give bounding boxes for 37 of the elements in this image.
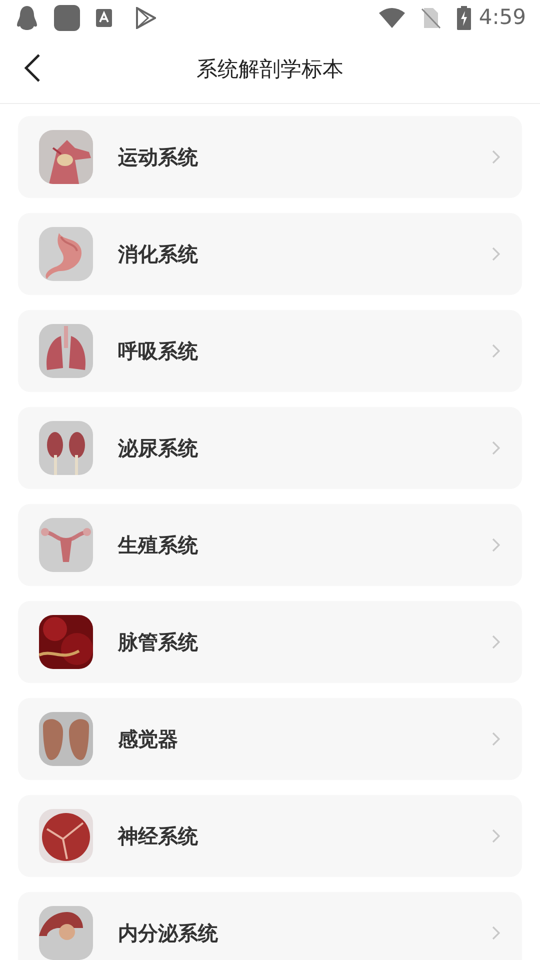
chevron-right-icon: [492, 926, 500, 940]
list-item[interactable]: 运动系统: [18, 116, 522, 198]
chevron-right-icon: [492, 441, 500, 455]
chevron-right-icon: [492, 538, 500, 552]
battery-icon: [456, 6, 471, 30]
chevron-right-icon: [492, 247, 500, 261]
item-label: 生殖系统: [118, 532, 198, 559]
item-label: 消化系统: [118, 241, 198, 268]
list-item[interactable]: 消化系统: [18, 213, 522, 295]
no-sim-icon: [420, 7, 441, 29]
item-label: 内分泌系统: [118, 920, 218, 947]
list-item[interactable]: 呼吸系统: [18, 310, 522, 392]
wifi-icon: [378, 8, 405, 28]
item-label: 脉管系统: [118, 629, 198, 656]
item-label: 感觉器: [118, 726, 178, 753]
list-item[interactable]: 脉管系统: [18, 601, 522, 683]
page-title: 系统解剖学标本: [196, 56, 344, 83]
app-icon: [54, 5, 80, 31]
back-icon: [22, 53, 42, 83]
item-label: 运动系统: [118, 144, 198, 171]
chevron-right-icon: [492, 150, 500, 164]
list-item[interactable]: 泌尿系统: [18, 407, 522, 489]
list-item[interactable]: 感觉器: [18, 698, 522, 780]
font-icon: [96, 9, 112, 27]
penguin-icon: [16, 5, 38, 31]
chevron-right-icon: [492, 635, 500, 649]
list-item[interactable]: 神经系统: [18, 795, 522, 877]
list-item[interactable]: 内分泌系统: [18, 892, 522, 960]
list-item[interactable]: 生殖系统: [18, 504, 522, 586]
chevron-right-icon: [492, 344, 500, 358]
chevron-right-icon: [492, 732, 500, 746]
chevron-right-icon: [492, 829, 500, 843]
item-label: 呼吸系统: [118, 338, 198, 365]
item-label: 泌尿系统: [118, 435, 198, 462]
play-store-icon: [136, 7, 156, 29]
item-label: 神经系统: [118, 823, 198, 850]
clock-time: 4:59: [478, 4, 526, 32]
